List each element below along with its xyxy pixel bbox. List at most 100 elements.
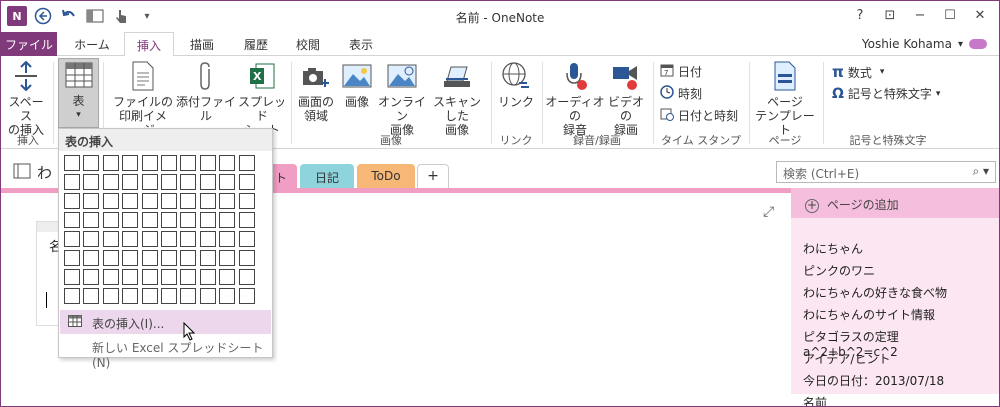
- table-grid-cell[interactable]: [219, 174, 236, 190]
- table-grid-cell[interactable]: [83, 193, 100, 209]
- table-grid-cell[interactable]: [141, 155, 158, 171]
- table-grid-cell[interactable]: [102, 174, 119, 190]
- table-grid-cell[interactable]: [199, 231, 216, 247]
- table-grid-cell[interactable]: [238, 212, 255, 228]
- table-size-grid[interactable]: [64, 155, 255, 304]
- table-grid-cell[interactable]: [102, 288, 119, 304]
- table-grid-cell[interactable]: [160, 155, 177, 171]
- table-grid-cell[interactable]: [141, 288, 158, 304]
- table-grid-cell[interactable]: [238, 269, 255, 285]
- table-grid-cell[interactable]: [219, 269, 236, 285]
- tab-insert[interactable]: 挿入: [124, 32, 174, 57]
- search-input[interactable]: 検索 (Ctrl+E): [783, 167, 859, 181]
- symbol-button[interactable]: Ω 記号と特殊文字 ▾: [832, 85, 940, 102]
- table-grid-cell[interactable]: [219, 155, 236, 171]
- table-grid-cell[interactable]: [102, 212, 119, 228]
- equation-button[interactable]: π 数式 ▾: [832, 63, 884, 81]
- table-grid-cell[interactable]: [180, 174, 197, 190]
- table-grid-cell[interactable]: [180, 269, 197, 285]
- page-template-button[interactable]: ページ テンプレート: [751, 60, 819, 137]
- table-grid-cell[interactable]: [238, 231, 255, 247]
- table-grid-cell[interactable]: [83, 174, 100, 190]
- table-grid-cell[interactable]: [160, 212, 177, 228]
- tab-view[interactable]: 表示: [338, 32, 384, 56]
- section-tab-todo[interactable]: ToDo: [357, 164, 415, 188]
- table-grid-cell[interactable]: [219, 193, 236, 209]
- ribbon-display-icon[interactable]: ⊡: [875, 3, 905, 27]
- picture-button[interactable]: 画像: [339, 60, 375, 109]
- attach-file-button[interactable]: 添付ファイル: [175, 60, 237, 123]
- table-grid-cell[interactable]: [141, 193, 158, 209]
- tab-file[interactable]: ファイル: [1, 32, 57, 56]
- insert-table-menu-item[interactable]: 表の挿入(I)...: [60, 310, 271, 334]
- table-grid-cell[interactable]: [122, 212, 139, 228]
- table-grid-cell[interactable]: [64, 288, 80, 304]
- table-grid-cell[interactable]: [122, 155, 139, 171]
- table-grid-cell[interactable]: [64, 193, 80, 209]
- table-grid-cell[interactable]: [64, 155, 80, 171]
- table-grid-cell[interactable]: [160, 288, 177, 304]
- table-grid-cell[interactable]: [83, 155, 100, 171]
- table-grid-cell[interactable]: [141, 250, 158, 266]
- table-grid-cell[interactable]: [122, 269, 139, 285]
- table-grid-cell[interactable]: [219, 212, 236, 228]
- page-item[interactable]: わにちゃんの好きな食べ物: [803, 284, 999, 306]
- table-grid-cell[interactable]: [199, 193, 216, 209]
- table-grid-cell[interactable]: [64, 174, 80, 190]
- link-button[interactable]: リンク: [496, 60, 536, 109]
- minimize-button[interactable]: −: [905, 3, 935, 27]
- new-excel-spreadsheet-menu-item[interactable]: 新しい Excel スプレッドシート(N): [60, 334, 271, 370]
- table-grid-cell[interactable]: [141, 269, 158, 285]
- table-grid-cell[interactable]: [238, 288, 255, 304]
- online-picture-button[interactable]: オンライン 画像: [377, 60, 427, 137]
- user-account[interactable]: Yoshie Kohama ▾: [862, 37, 987, 51]
- table-grid-cell[interactable]: [64, 212, 80, 228]
- add-section-button[interactable]: +: [417, 164, 449, 188]
- table-grid-cell[interactable]: [199, 250, 216, 266]
- table-grid-cell[interactable]: [83, 250, 100, 266]
- table-grid-cell[interactable]: [199, 288, 216, 304]
- table-grid-cell[interactable]: [122, 231, 139, 247]
- table-button[interactable]: 表 ▾: [58, 58, 99, 128]
- table-grid-cell[interactable]: [160, 231, 177, 247]
- table-grid-cell[interactable]: [219, 288, 236, 304]
- table-grid-cell[interactable]: [238, 193, 255, 209]
- maximize-button[interactable]: ☐: [935, 3, 965, 27]
- section-tab-diary[interactable]: 日記: [300, 164, 354, 188]
- spreadsheet-button[interactable]: X スプレッド シート: [238, 60, 286, 137]
- table-grid-cell[interactable]: [102, 250, 119, 266]
- table-grid-cell[interactable]: [160, 250, 177, 266]
- table-grid-cell[interactable]: [180, 212, 197, 228]
- tab-review[interactable]: 校閲: [285, 32, 331, 56]
- page-item[interactable]: 今日の日付：2013/07/18: [803, 372, 999, 394]
- help-button[interactable]: ?: [845, 3, 875, 27]
- search-box[interactable]: 検索 (Ctrl+E) ⌕ ▾: [776, 161, 996, 183]
- table-grid-cell[interactable]: [122, 193, 139, 209]
- table-grid-cell[interactable]: [122, 174, 139, 190]
- page-item[interactable]: ピタゴラスの定理 a^2+b^2=c^2: [803, 328, 999, 359]
- table-grid-cell[interactable]: [180, 193, 197, 209]
- insert-space-button[interactable]: スペース の挿入: [3, 60, 49, 137]
- table-grid-cell[interactable]: [122, 288, 139, 304]
- table-grid-cell[interactable]: [199, 212, 216, 228]
- table-grid-cell[interactable]: [180, 288, 197, 304]
- table-grid-cell[interactable]: [160, 193, 177, 209]
- page-item[interactable]: アイデア/ヒント: [803, 350, 999, 372]
- table-grid-cell[interactable]: [64, 250, 80, 266]
- notebook-selector[interactable]: わ: [13, 162, 52, 183]
- date-button[interactable]: 7 日付: [660, 63, 702, 80]
- table-grid-cell[interactable]: [122, 250, 139, 266]
- table-grid-cell[interactable]: [180, 155, 197, 171]
- table-grid-cell[interactable]: [238, 174, 255, 190]
- search-icon[interactable]: ⌕ ▾: [972, 164, 989, 179]
- table-grid-cell[interactable]: [141, 174, 158, 190]
- table-grid-cell[interactable]: [83, 288, 100, 304]
- close-button[interactable]: ✕: [965, 3, 995, 27]
- add-page-button[interactable]: + ページの追加: [791, 188, 999, 218]
- table-grid-cell[interactable]: [64, 269, 80, 285]
- table-grid-cell[interactable]: [180, 231, 197, 247]
- tab-history[interactable]: 履歴: [233, 32, 279, 56]
- table-grid-cell[interactable]: [199, 269, 216, 285]
- screen-clipping-button[interactable]: 画面の 領域: [295, 60, 337, 123]
- table-grid-cell[interactable]: [199, 155, 216, 171]
